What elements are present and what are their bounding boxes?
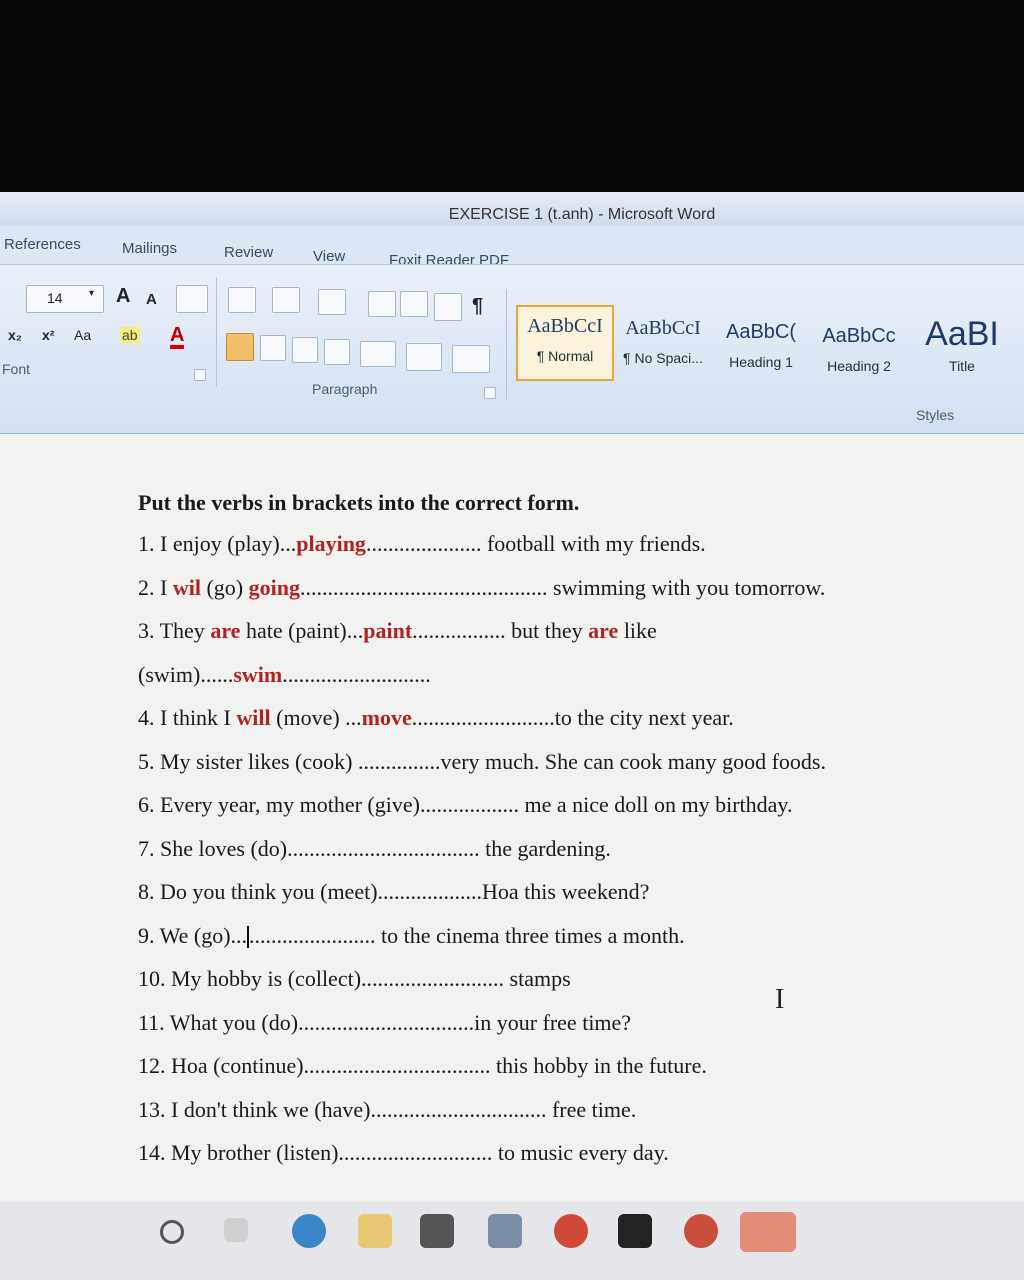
task-view-icon[interactable] <box>224 1218 248 1242</box>
align-left-icon[interactable] <box>226 333 254 361</box>
exercise-line-10[interactable]: 10. My hobby is (collect)...............… <box>138 957 1018 1001</box>
exercise-line-2[interactable]: 2. I wil (go) going.....................… <box>138 566 1018 610</box>
style-title[interactable]: AaBI Title <box>910 315 1014 387</box>
store-icon[interactable] <box>420 1214 454 1248</box>
sort-icon[interactable] <box>434 293 462 321</box>
exercise-line-8[interactable]: 8. Do you think you (meet)..............… <box>138 870 1018 914</box>
tab-review[interactable]: Review <box>224 244 273 261</box>
word-window: EXERCISE 1 (t.anh) - Microsoft Word Refe… <box>0 192 1024 1280</box>
chevron-down-icon: ▾ <box>89 288 95 299</box>
app-square-icon[interactable] <box>618 1214 652 1248</box>
exercise-line-6[interactable]: 6. Every year, my mother (give).........… <box>138 783 1018 827</box>
font-size-value: 14 <box>47 290 63 306</box>
align-right-icon[interactable] <box>292 337 318 363</box>
group-divider <box>216 277 217 387</box>
show-marks-icon[interactable]: ¶ <box>472 295 483 318</box>
chrome-icon[interactable] <box>684 1214 718 1248</box>
align-center-icon[interactable] <box>260 335 286 361</box>
ibeam-cursor-icon: I <box>775 984 785 1015</box>
justify-icon[interactable] <box>324 339 350 365</box>
exercise-line-3[interactable]: 3. They are hate (paint)...paint........… <box>138 609 1018 653</box>
font-size-box[interactable]: 14 ▾ <box>26 285 104 313</box>
font-dialog-launcher-icon[interactable] <box>194 369 206 381</box>
shrink-font-icon[interactable]: A <box>146 291 157 308</box>
window-title: EXERCISE 1 (t.anh) - Microsoft Word <box>448 206 716 223</box>
line-spacing-icon[interactable] <box>360 341 396 367</box>
style-heading-1[interactable]: AaBbC( Heading 1 <box>714 313 808 385</box>
exercise-heading: Put the verbs in brackets into the corre… <box>138 490 580 515</box>
change-case-icon[interactable]: Aa <box>74 327 91 343</box>
increase-indent-icon[interactable] <box>400 291 428 317</box>
tab-mailings[interactable]: Mailings <box>122 240 177 257</box>
paragraph-dialog-launcher-icon[interactable] <box>484 387 496 399</box>
styles-group-label: Styles <box>916 407 955 423</box>
file-explorer-icon[interactable] <box>358 1214 392 1248</box>
ribbon-tabs: References Mailings Review View Foxit Re… <box>0 226 1024 269</box>
clear-formatting-icon[interactable] <box>176 285 208 313</box>
style-normal[interactable]: AaBbCcI ¶ Normal <box>516 305 614 381</box>
exercise-line-5[interactable]: 5. My sister likes (cook) ..............… <box>138 740 1018 784</box>
exercise-line-7[interactable]: 7. She loves (do).......................… <box>138 827 1018 871</box>
document-page[interactable]: Put the verbs in brackets into the corre… <box>0 434 1024 1280</box>
exercise-line-4[interactable]: 4. I think I will (move) ...move........… <box>138 696 1018 740</box>
exercise-line-14[interactable]: 14. My brother (listen).................… <box>138 1131 1018 1175</box>
subscript-icon[interactable]: x₂ <box>8 327 22 343</box>
taskbar <box>0 1202 1024 1280</box>
superscript-icon[interactable]: x² <box>42 327 54 343</box>
font-color-icon[interactable]: A <box>170 325 185 349</box>
bullets-icon[interactable] <box>228 287 256 313</box>
group-divider <box>506 289 507 399</box>
shading-icon[interactable] <box>406 343 442 371</box>
mail-icon[interactable] <box>488 1214 522 1248</box>
style-no-spacing[interactable]: AaBbCcI ¶ No Spaci... <box>616 309 710 381</box>
edge-browser-icon[interactable] <box>292 1214 326 1248</box>
exercise-line-9[interactable]: 9. We (go).......................... to … <box>138 914 1018 958</box>
tab-references[interactable]: References <box>4 236 81 253</box>
exercise-line-12[interactable]: 12. Hoa (continue)......................… <box>138 1044 1018 1088</box>
exercise-line-3-cont[interactable]: (swim)......swim........................… <box>138 653 1018 697</box>
highlight-icon[interactable]: ab <box>120 327 140 343</box>
decrease-indent-icon[interactable] <box>368 291 396 317</box>
paragraph-group-label: Paragraph <box>312 381 378 397</box>
search-circle-icon[interactable] <box>160 1220 184 1244</box>
document-body: Put the verbs in brackets into the corre… <box>138 490 1018 1175</box>
multilevel-list-icon[interactable] <box>318 289 346 315</box>
grow-font-icon[interactable]: A <box>116 285 130 308</box>
exercise-line-1[interactable]: 1. I enjoy (play)...playing.............… <box>138 522 1018 566</box>
numbering-icon[interactable] <box>272 287 300 313</box>
style-heading-2[interactable]: AaBbCc Heading 2 <box>812 317 906 389</box>
font-group-label: Font <box>2 361 31 377</box>
title-bar: EXERCISE 1 (t.anh) - Microsoft Word <box>0 192 1024 226</box>
word-taskbar-icon[interactable] <box>740 1212 796 1252</box>
exercise-line-11[interactable]: 11. What you (do).......................… <box>138 1001 1018 1045</box>
borders-icon[interactable] <box>452 345 490 373</box>
exercise-line-13[interactable]: 13. I don't think we (have).............… <box>138 1088 1018 1132</box>
tab-view[interactable]: View <box>313 248 345 265</box>
ribbon: 14 ▾ A A x₂ x² Aa ab A Font ¶ Paragraph <box>0 264 1024 435</box>
app-icon[interactable] <box>554 1214 588 1248</box>
